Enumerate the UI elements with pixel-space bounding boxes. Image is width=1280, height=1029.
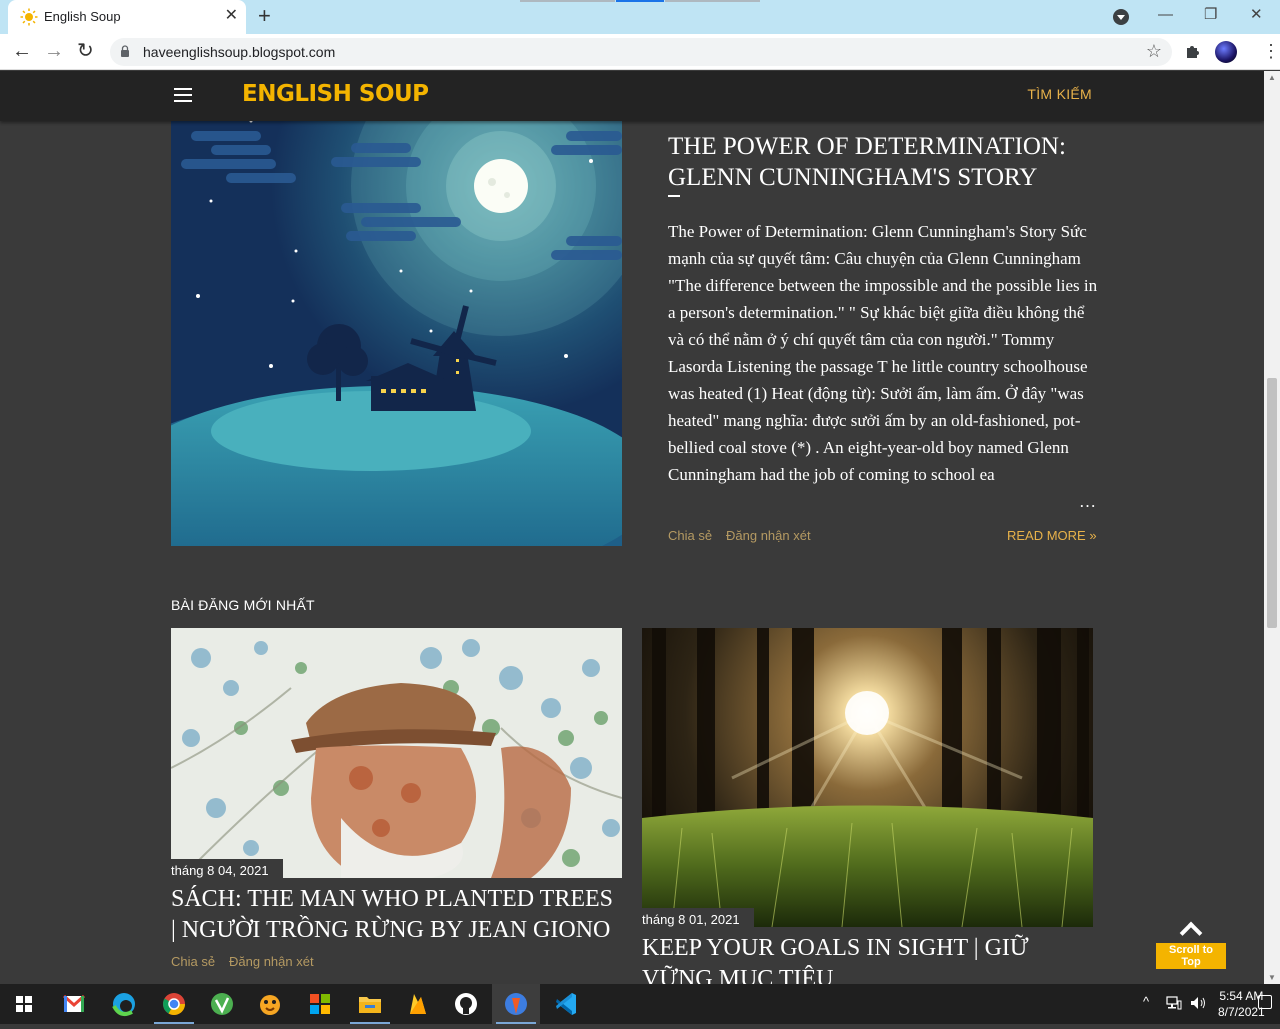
profile-avatar[interactable] — [1215, 41, 1237, 63]
post-title[interactable]: KEEP YOUR GOALS IN SIGHT | GIỮ VỮNG MỤC … — [642, 933, 1093, 984]
taskbar-gmail[interactable] — [50, 984, 98, 1024]
scroll-up-arrow-icon[interactable]: ▲ — [1268, 73, 1276, 82]
new-tab-button[interactable]: + — [258, 4, 271, 28]
duck-app-icon — [260, 995, 280, 1015]
hamburger-menu-icon[interactable] — [174, 88, 192, 102]
vscode-icon — [556, 993, 576, 1015]
featured-post-title[interactable]: THE POWER OF DETERMINATION: GLENN CUNNIN… — [668, 131, 1098, 193]
latest-posts-heading: BÀI ĐĂNG MỚI NHẤT — [171, 597, 315, 613]
snippet-ellipsis: … — [1079, 492, 1096, 511]
windows-start-icon — [16, 996, 32, 1012]
browser-menu-icon[interactable]: ⋮ — [1262, 38, 1280, 64]
taskbar-firebase[interactable] — [394, 984, 442, 1024]
site-header: ENGLISH SOUP TÌM KIẾM — [0, 71, 1264, 121]
post-image-man-who-planted-trees[interactable] — [171, 628, 622, 878]
forest-sunlight-photo — [642, 628, 1093, 927]
taskbar-vscode[interactable] — [542, 984, 590, 1024]
address-bar[interactable]: haveenglishsoup.blogspot.com ☆ — [110, 38, 1172, 66]
taskbar-office[interactable] — [296, 984, 344, 1024]
taskbar-file-explorer[interactable] — [346, 984, 394, 1024]
comment-link[interactable]: Đăng nhận xét — [726, 528, 811, 543]
scroll-down-arrow-icon[interactable]: ▼ — [1268, 973, 1276, 982]
bookmark-star-icon[interactable]: ☆ — [1146, 41, 1162, 62]
minimize-button[interactable]: — — [1158, 5, 1173, 25]
read-more-link[interactable]: READ MORE » — [1007, 528, 1097, 543]
file-explorer-icon — [359, 997, 381, 1013]
show-hidden-icons-chevron-icon[interactable]: ^ — [1143, 994, 1149, 1009]
postman-icon — [505, 993, 527, 1015]
planted-trees-illustration — [171, 628, 622, 878]
edge-icon — [112, 993, 135, 1016]
taskbar-edge[interactable] — [100, 984, 148, 1024]
github-icon — [455, 993, 477, 1015]
post-image-forest-sunlight[interactable] — [642, 628, 1093, 927]
address-toolbar: ← → ↻ haveenglishsoup.blogspot.com ☆ — [0, 34, 1280, 70]
vine-app-icon — [211, 993, 233, 1015]
browser-tab-strip: English Soup ✕ + — ❐ ✕ — [0, 0, 1280, 34]
tab-strip-indicator-active — [616, 0, 664, 2]
tab-title: English Soup — [44, 9, 121, 24]
page-scrollbar[interactable]: ▲ ▼ — [1264, 71, 1280, 984]
title-divider — [668, 195, 680, 197]
featured-post-snippet: The Power of Determination: Glenn Cunnin… — [668, 222, 1098, 484]
start-button[interactable] — [0, 984, 48, 1024]
post-date: tháng 8 04, 2021 — [171, 859, 283, 881]
search-link[interactable]: TÌM KIẾM — [1027, 86, 1092, 102]
office-icon — [310, 994, 330, 1014]
tab-strip-indicator — [665, 0, 760, 2]
gmail-icon — [62, 994, 86, 1012]
extensions-puzzle-icon[interactable] — [1184, 42, 1202, 60]
site-logo[interactable]: ENGLISH SOUP — [242, 81, 429, 107]
taskbar-duck-app[interactable] — [246, 984, 294, 1024]
share-link[interactable]: Chia sẻ — [171, 954, 215, 969]
post-title[interactable]: SÁCH: THE MAN WHO PLANTED TREES | NGƯỜI … — [171, 884, 622, 946]
lock-icon — [121, 45, 129, 57]
scroll-to-top-button[interactable]: Scroll to Top — [1156, 919, 1226, 970]
chrome-icon — [163, 993, 185, 1015]
web-page: ENGLISH SOUP TÌM KIẾM THE POWER OF DETER… — [0, 71, 1264, 984]
featured-post-image[interactable] — [171, 101, 622, 546]
tab-search-dropdown-icon[interactable] — [1113, 9, 1129, 25]
reload-button[interactable]: ↻ — [77, 40, 94, 62]
browser-tab[interactable]: English Soup ✕ — [8, 0, 246, 34]
window-close-button[interactable]: ✕ — [1250, 5, 1263, 25]
notification-center-icon[interactable] — [1258, 995, 1272, 1009]
back-button[interactable]: ← — [12, 40, 32, 62]
night-windmill-illustration — [171, 101, 622, 546]
comment-link[interactable]: Đăng nhận xét — [229, 954, 314, 969]
restore-button[interactable]: ❐ — [1204, 5, 1217, 25]
windows-taskbar: ^ 5:54 AM 8/7/2021 — [0, 984, 1280, 1024]
snippet-fade — [960, 491, 1075, 517]
url-text: haveenglishsoup.blogspot.com — [143, 44, 336, 60]
firebase-icon — [410, 994, 426, 1014]
chevron-up-icon — [1179, 921, 1203, 945]
volume-icon[interactable] — [1190, 996, 1208, 1010]
network-icon[interactable] — [1166, 996, 1182, 1010]
share-link[interactable]: Chia sẻ — [668, 528, 712, 543]
tab-strip-indicator — [520, 0, 615, 2]
forward-button[interactable]: → — [44, 40, 64, 62]
sun-favicon-icon — [20, 8, 38, 26]
taskbar-github[interactable] — [442, 984, 490, 1024]
taskbar-postman[interactable] — [492, 984, 540, 1024]
tab-close-icon[interactable]: ✕ — [225, 7, 238, 25]
taskbar-vine-app[interactable] — [198, 984, 246, 1024]
taskbar-chrome[interactable] — [150, 984, 198, 1024]
post-date: tháng 8 01, 2021 — [642, 908, 754, 930]
scroll-to-top-label: Scroll to Top — [1156, 943, 1226, 969]
scroll-thumb[interactable] — [1267, 378, 1277, 628]
